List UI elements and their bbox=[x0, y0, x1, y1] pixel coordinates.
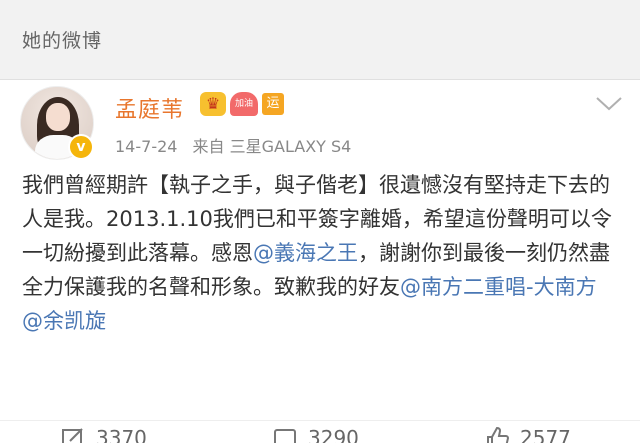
avatar[interactable]: v bbox=[20, 86, 94, 160]
post-source: 来自 三星GALAXY S4 bbox=[192, 137, 352, 156]
repost-count: 3370 bbox=[96, 426, 147, 443]
like-icon bbox=[487, 426, 510, 443]
header-bar: 她的微博 bbox=[0, 0, 640, 80]
comment-icon bbox=[274, 429, 296, 443]
like-count: 2577 bbox=[520, 426, 571, 443]
comment-count: 3290 bbox=[308, 426, 359, 443]
crown-icon[interactable]: ♛ bbox=[200, 92, 226, 116]
heart-badge-icon[interactable]: 加油 bbox=[230, 92, 258, 116]
post-meta: 14-7-24 来自 三星GALAXY S4 bbox=[115, 133, 361, 157]
yun-badge-icon[interactable]: 运 bbox=[262, 93, 284, 115]
mention-link[interactable]: @義海之王 bbox=[253, 241, 358, 265]
post-text: 我們曾經期許【執子之手，與子偕老】很遺憾沒有堅持走下去的人是我。2013.1.1… bbox=[22, 168, 622, 338]
like-button[interactable]: 2577 bbox=[484, 425, 571, 443]
verified-badge-icon: v bbox=[68, 134, 94, 160]
user-badges: ♛ 加油 运 bbox=[200, 92, 284, 116]
repost-button[interactable]: 3370 bbox=[60, 425, 147, 443]
mention-link[interactable]: @余凯旋 bbox=[22, 309, 106, 333]
repost-icon bbox=[62, 428, 83, 443]
chevron-down-icon[interactable] bbox=[594, 94, 624, 114]
username[interactable]: 孟庭苇 bbox=[115, 92, 184, 124]
action-bar: 3370 3290 2577 bbox=[0, 420, 640, 443]
page-title: 她的微博 bbox=[22, 30, 103, 52]
comment-button[interactable]: 3290 bbox=[272, 425, 359, 443]
mention-link[interactable]: @南方二重唱-大南方 bbox=[400, 275, 597, 299]
post-date: 14-7-24 bbox=[115, 137, 178, 156]
